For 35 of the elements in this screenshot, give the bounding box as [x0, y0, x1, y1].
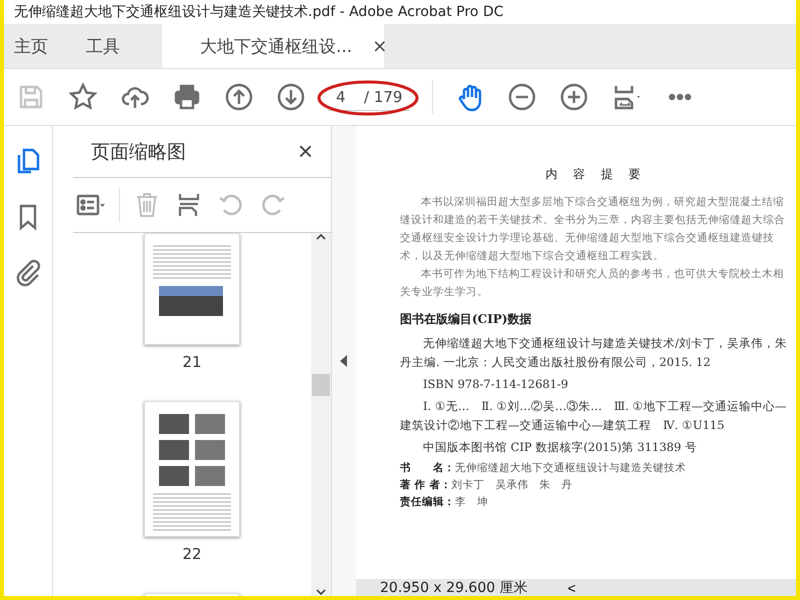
- section-heading: 图书在版编目(CIP)数据: [400, 311, 533, 328]
- catalog-entry: Ⅰ. ①无… Ⅱ. ①刘…②吴…③朱… Ⅲ. ①地下工程—交通运输中心—建筑设计②地下工程—交通运输中心—建筑工程 Ⅳ. ①U115: [400, 398, 788, 434]
- page-total: / 179: [364, 88, 402, 106]
- catalog-entry: 无伸缩缝超大地下交通枢纽设计与建造关键技术/刘卡丁，吴承伟，朱丹主编. 一北京：人民交通出版社股份有限公司，2015. 12: [400, 335, 788, 371]
- page-thumbnail[interactable]: [144, 401, 240, 537]
- page-thumbnail[interactable]: [144, 233, 240, 345]
- scroll-left-button[interactable]: <: [568, 580, 576, 596]
- panel-title: 页面缩略图: [91, 140, 186, 164]
- nav-tab[interactable]: 主页: [4, 24, 60, 68]
- zoom-out-icon[interactable]: [507, 82, 538, 112]
- printer-icon[interactable]: [172, 82, 202, 112]
- scrollbar[interactable]: [311, 233, 331, 596]
- paragraph: 本书以深圳福田超大型多层地下综合交通枢纽为例，研究超大型混凝土结缩缝设计和建造的若干关键技术。全书分为三章，内容主要包括无伸缩缝超大综合交通枢纽安全设计力学理论基础、无伸缩缝超大型地下综合交通枢纽建造键技术，以及无伸缩缝超大型地下综合交通枢纽工程实践。: [400, 195, 786, 264]
- catalog-entry: ISBN 978-7-114-12681-9: [422, 376, 570, 393]
- page-size-label: 20.950 x 29.600 厘米: [380, 578, 528, 596]
- star-icon[interactable]: [68, 82, 98, 112]
- page-number-label: 22: [182, 545, 202, 563]
- window-title: 无伸缩缝超大地下交通枢纽设计与建造关键技术.pdf - Adobe Acrobat Pro DC: [14, 3, 504, 21]
- scrollbar-thumb[interactable]: [312, 374, 330, 396]
- arrow-up-circle-icon[interactable]: [224, 82, 254, 112]
- close-button[interactable]: ×: [298, 136, 313, 167]
- section-heading: 内 容 提 要: [544, 166, 648, 183]
- scroll-down-icon[interactable]: [316, 588, 326, 596]
- paragraph: 本书可作为地下结构工程设计和研究人员的参考书，也可供大专院校土木相关专业学生学习。: [400, 267, 785, 300]
- info-line: 责任编辑：李 坤: [400, 495, 489, 510]
- nav-tab[interactable]: 工具: [74, 24, 132, 68]
- page-number-label: 21: [182, 353, 202, 371]
- collapse-arrow-icon[interactable]: [340, 355, 348, 367]
- info-line: 著 作 者：刘卡丁 吴承伟 朱 丹: [400, 478, 574, 493]
- document-tab[interactable]: 大地下交通枢纽设... ×: [162, 24, 384, 68]
- catalog-entry: 中国版本图书馆 CIP 数据核字(2015)第 311389 号: [422, 439, 698, 456]
- arrow-down-circle-icon[interactable]: [276, 82, 306, 112]
- scroll-up-icon[interactable]: [316, 233, 326, 241]
- zoom-in-icon[interactable]: [559, 82, 590, 112]
- info-line: 书 名：无伸缩缝超大地下交通枢纽设计与建造关键技术: [400, 461, 687, 476]
